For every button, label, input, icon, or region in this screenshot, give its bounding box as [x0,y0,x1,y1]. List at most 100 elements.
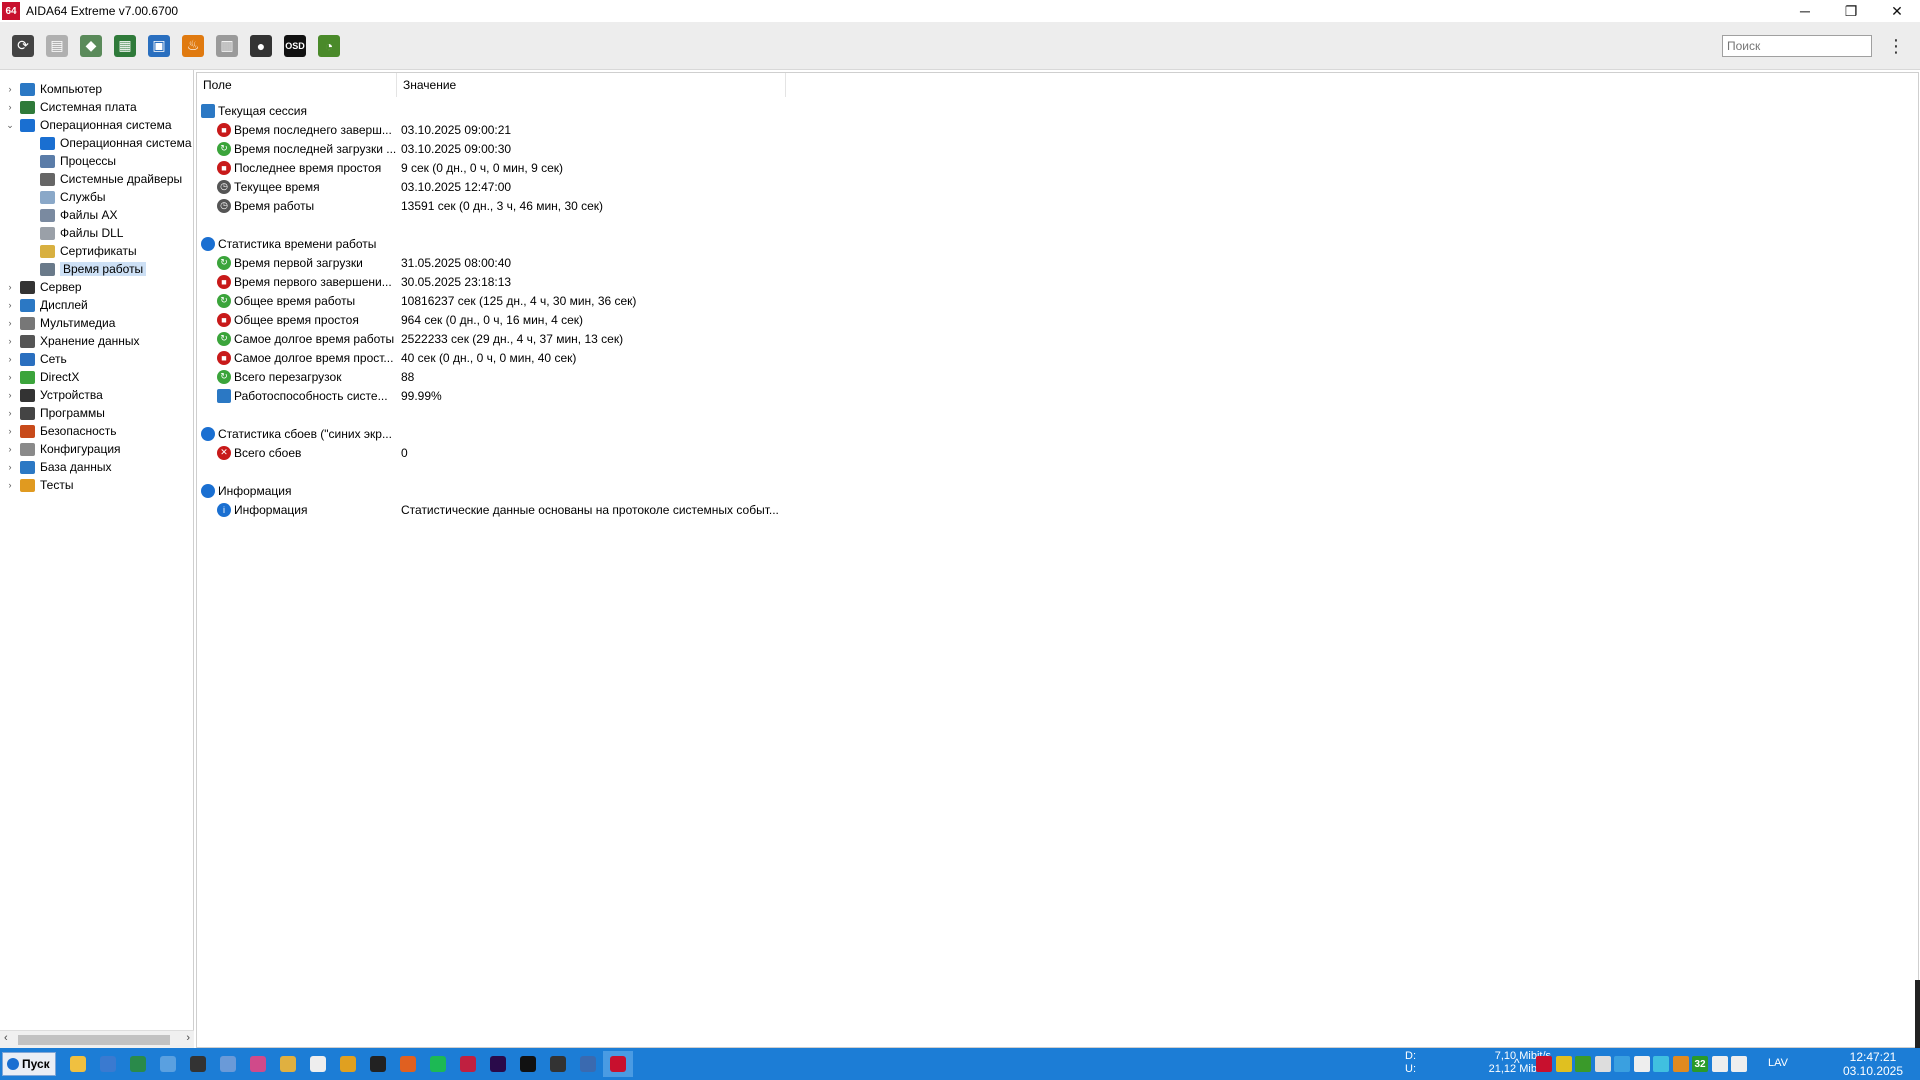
table-row[interactable]: ■ Время последнего заверш... 03.10.2025 09… [217,120,1017,139]
table-row[interactable]: i Информация Статистические данные основан… [217,500,1017,519]
table-row[interactable]: ■ Время первого завершени... 30.05.2025 23… [217,272,1017,291]
tree-item[interactable]: › Мультимедиа [4,314,116,332]
table-row[interactable]: ◷ Текущее время 03.10.2025 12:47:00 [217,177,1017,196]
temp-tray-icon[interactable]: 32 [1692,1056,1708,1072]
column-header-field[interactable]: Поле [197,72,397,97]
app-cursor-taskbar-button[interactable] [303,1051,333,1077]
tree-item[interactable]: Службы [34,188,105,206]
expand-arrow-icon[interactable]: › [4,390,16,400]
tree-item[interactable]: › Системная плата [4,98,137,116]
telegram-tray-icon[interactable] [1614,1056,1630,1072]
app-red-taskbar-button[interactable] [453,1051,483,1077]
expand-arrow-icon[interactable]: › [4,408,16,418]
clock[interactable]: 12:47:21 03.10.2025 [1830,1050,1916,1078]
tree-item[interactable]: Сертификаты [34,242,137,260]
tree-item[interactable]: Файлы AX [34,206,117,224]
aida64-tray-icon[interactable] [1536,1056,1552,1072]
memory-button[interactable]: ▦ [108,29,142,63]
expand-arrow-icon[interactable]: › [4,354,16,364]
start-button[interactable]: Пуск [2,1052,56,1076]
column-header-value[interactable]: Значение [397,72,786,97]
app-folder-taskbar-button[interactable] [273,1051,303,1077]
table-row[interactable]: ■ Последнее время простоя 9 сек (0 дн., 0 … [217,158,1017,177]
tiktok-taskbar-button[interactable] [513,1051,543,1077]
app-tools-taskbar-button[interactable] [543,1051,573,1077]
expand-arrow-icon[interactable]: › [4,84,16,94]
expand-arrow-icon[interactable]: › [4,372,16,382]
app-blue-circle-taskbar-button[interactable] [93,1051,123,1077]
firefox-taskbar-button[interactable] [393,1051,423,1077]
explorer-taskbar-button[interactable] [63,1051,93,1077]
expand-arrow-icon[interactable]: › [4,336,16,346]
nvidia-tray-icon[interactable] [1575,1056,1591,1072]
table-row[interactable]: ↻ Общее время работы 10816237 сек (125 дн.… [217,291,1017,310]
flame-button[interactable]: ♨ [176,29,210,63]
shield-tray-icon[interactable] [1555,1056,1572,1072]
aida64-taskbar-button[interactable] [603,1051,633,1077]
tree-item[interactable]: › Тесты [4,476,74,494]
table-row[interactable]: ↻ Самое долгое время работы 2522233 сек (2… [217,329,1017,348]
search-input[interactable] [1722,35,1872,57]
expand-arrow-icon[interactable]: › [4,282,16,292]
tree-item[interactable]: Файлы DLL [34,224,123,242]
tree-item[interactable]: › Сеть [4,350,67,368]
language-indicator[interactable]: LAV [1768,1057,1788,1069]
scroll-thumb[interactable] [18,1035,170,1045]
app-image-taskbar-button[interactable] [243,1051,273,1077]
report-button[interactable]: ▤ [40,29,74,63]
app-excel-taskbar-button[interactable] [123,1051,153,1077]
table-row[interactable]: ↻ Время первой загрузки 31.05.2025 08:00:4… [217,253,1017,272]
table-row[interactable]: ■ Самое долгое время прост... 40 сек (0 дн… [217,348,1017,367]
tree-item[interactable]: › Устройства [4,386,103,404]
scroll-right-icon[interactable]: › [186,1032,190,1044]
volume-tray-icon[interactable] [1731,1056,1747,1072]
app-disc-taskbar-button[interactable] [153,1051,183,1077]
expand-arrow-icon[interactable]: › [4,102,16,112]
tree-item[interactable]: Процессы [34,152,116,170]
gauge-button[interactable]: ◔ [312,29,346,63]
app-blue-taskbar-button[interactable] [573,1051,603,1077]
network-button[interactable]: ▣ [142,29,176,63]
tree-item[interactable]: › Программы [4,404,105,422]
premiere-taskbar-button[interactable] [483,1051,513,1077]
osd-button[interactable]: OSD [278,29,312,63]
expand-arrow-icon[interactable]: ⌄ [4,120,16,131]
chrome-taskbar-button[interactable] [333,1051,363,1077]
tree-item[interactable]: Операционная система [34,134,192,152]
chat-tray-icon[interactable] [1653,1056,1669,1072]
tree-item[interactable]: › База данных [4,458,112,476]
tree-item[interactable]: › Безопасность [4,422,117,440]
usb-tray-icon[interactable] [1633,1056,1650,1072]
table-row[interactable]: ■ Общее время простоя 964 сек (0 дн., 0 ч,… [217,310,1017,329]
color-tray-icon[interactable] [1672,1056,1689,1072]
tree-item[interactable]: Системные драйверы [34,170,182,188]
user-button[interactable]: ● [244,29,278,63]
expand-arrow-icon[interactable]: › [4,318,16,328]
minimize-button[interactable]: ─ [1782,0,1828,22]
table-row[interactable]: ✕ Всего сбоев 0 [217,443,1017,462]
refresh-button[interactable]: ⟳ [6,29,40,63]
benchmark-button[interactable]: ▥ [210,29,244,63]
tree-item[interactable]: › Дисплей [4,296,88,314]
motherboard-button[interactable]: ◆ [74,29,108,63]
app-car-taskbar-button[interactable] [183,1051,213,1077]
tray-chevron-icon[interactable]: ^ [1514,1056,1520,1070]
table-row[interactable]: ↻ Время последней загрузки ... 03.10.2025 … [217,139,1017,158]
app-imdb-taskbar-button[interactable] [363,1051,393,1077]
expand-arrow-icon[interactable]: › [4,480,16,490]
scroll-left-icon[interactable]: ‹ [4,1032,8,1044]
close-button[interactable]: ✕ [1874,0,1920,22]
tree-item[interactable]: › Конфигурация [4,440,121,458]
app-globe-taskbar-button[interactable] [213,1051,243,1077]
monitor-tray-icon[interactable] [1594,1056,1611,1072]
tree-item[interactable]: › Компьютер [4,80,103,98]
network-tray-icon[interactable] [1711,1056,1728,1072]
table-row[interactable]: ↻ Всего перезагрузок 88 [217,367,1017,386]
expand-arrow-icon[interactable]: › [4,426,16,436]
tree-item[interactable]: ⌄ Операционная система [4,116,171,134]
more-menu-button[interactable]: ⋮ [1886,34,1906,58]
vertical-scroll-thumb[interactable] [1915,980,1920,1048]
restore-button[interactable]: ❐ [1828,0,1874,22]
expand-arrow-icon[interactable]: › [4,462,16,472]
tree-item[interactable]: › DirectX [4,368,80,386]
